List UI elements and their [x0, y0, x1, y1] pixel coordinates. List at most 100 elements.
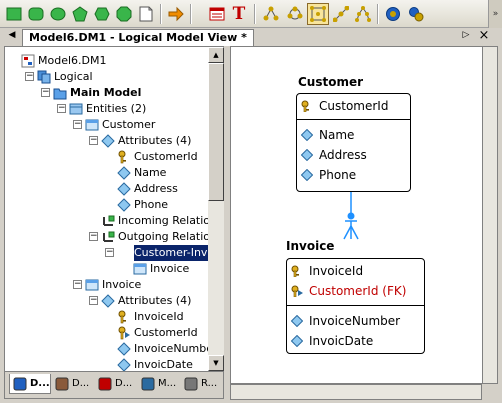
attribute-icon [117, 166, 131, 180]
tree-item[interactable]: − Main Model [5, 85, 208, 101]
bottom-tab[interactable]: M... [138, 374, 180, 394]
diagram-canvas[interactable]: Customer CustomerId Name Address Phone I… [230, 46, 498, 384]
tree-item[interactable]: InvoiceId [5, 309, 208, 325]
tree-item[interactable]: − Attributes (4) [5, 293, 208, 309]
tree-item-label: Model6.DM1 [38, 54, 107, 67]
tree-expander-icon[interactable]: − [89, 232, 98, 241]
tree-item[interactable]: − Customer-Invo [5, 245, 208, 261]
tree-item[interactable]: CustomerId [5, 149, 208, 165]
scroll-thumb[interactable] [208, 63, 224, 201]
bottom-tab-label: D... [72, 378, 90, 389]
attribute-icon [301, 149, 313, 161]
attribute-icon [291, 335, 303, 347]
rectangle-tool-icon[interactable] [3, 3, 25, 25]
data-model-tab-icon [13, 377, 27, 391]
arrow-tool-icon[interactable] [165, 3, 187, 25]
tree-item[interactable]: Address [5, 181, 208, 197]
tab-scroll-right-button[interactable]: ▷ [460, 30, 472, 40]
customer-invoice-relationship[interactable] [336, 192, 366, 242]
layout-incremental-icon[interactable] [405, 3, 427, 25]
pentagon-tool-icon[interactable] [69, 3, 91, 25]
attribute-icon [301, 129, 313, 141]
folder-icon [53, 86, 67, 100]
table-insert-icon[interactable] [206, 3, 228, 25]
tree-item[interactable]: − Entities (2) [5, 101, 208, 117]
foreign-key-icon [291, 285, 303, 297]
layout-orthogonal-icon[interactable] [307, 3, 329, 25]
hexagon-tool-icon[interactable] [91, 3, 113, 25]
tree-item[interactable]: InvoicDate [5, 357, 208, 371]
tree-expander-icon[interactable]: − [73, 280, 82, 289]
bottom-tab[interactable]: D... [95, 374, 137, 394]
tree-item-label: InvoicDate [134, 358, 193, 371]
model-icon [21, 54, 35, 68]
entity-icon [133, 262, 147, 276]
tree-item-label: Outgoing Relation [118, 230, 208, 243]
tab-close-button[interactable]: × [478, 28, 490, 43]
layout-hierarchical-icon[interactable] [260, 3, 282, 25]
note-tool-icon[interactable] [135, 3, 157, 25]
tab-logical-model-view[interactable]: Model6.DM1 - Logical Model View * [22, 29, 254, 46]
tree-expander-icon[interactable]: − [41, 88, 50, 97]
entity-attribute-label: Phone [319, 168, 357, 182]
rounded-rectangle-tool-icon[interactable] [25, 3, 47, 25]
diagram-horizontal-scrollbar[interactable] [230, 384, 482, 400]
tree-item[interactable]: − Attributes (4) [5, 133, 208, 149]
tree-item-label: Main Model [70, 86, 142, 99]
tree-expander-icon[interactable]: − [57, 104, 66, 113]
octagon-tool-icon[interactable] [113, 3, 135, 25]
tree-expander-icon[interactable]: − [105, 248, 114, 257]
diagram-vertical-scrollbar[interactable] [482, 46, 498, 384]
tree-item-label: Entities (2) [86, 102, 147, 115]
bottom-tab-label: D... [115, 378, 133, 389]
scroll-up-arrow-icon[interactable]: ▲ [208, 47, 224, 63]
tree-item[interactable]: − Customer [5, 117, 208, 133]
data-lineage-tab-icon [98, 377, 112, 391]
bottom-tab[interactable]: R... [181, 374, 223, 394]
tree-item-label: Name [134, 166, 167, 179]
tree-item[interactable]: Model6.DM1 [5, 53, 208, 69]
tree-item[interactable]: Invoice [5, 261, 208, 277]
toolbar-overflow-button[interactable]: » [488, 0, 502, 28]
tree-vertical-scrollbar[interactable]: ▲ ▼ [208, 47, 224, 371]
tree-item[interactable]: − Logical [5, 69, 208, 85]
ellipse-tool-icon[interactable] [47, 3, 69, 25]
tree-expander-icon[interactable]: − [73, 120, 82, 129]
layout-circular-icon[interactable] [284, 3, 306, 25]
invoice-entity[interactable]: InvoiceId CustomerId (FK) InvoiceNumber … [286, 258, 425, 354]
tree-expander-icon[interactable]: − [89, 136, 98, 145]
tree-item-label: Invoice [102, 278, 142, 291]
bottom-tab-label: D... [30, 378, 50, 389]
tree-expander-icon[interactable]: − [89, 296, 98, 305]
tree-item[interactable]: Name [5, 165, 208, 181]
bottom-tab[interactable]: D... [9, 374, 51, 394]
tree-item-label: Logical [54, 70, 93, 83]
tree-item-label: InvoiceId [134, 310, 184, 323]
tree-item[interactable]: Incoming Relation [5, 213, 208, 229]
tree-item[interactable]: InvoiceNumbe [5, 341, 208, 357]
tree-item-label: CustomerId [134, 150, 198, 163]
tree-item[interactable]: CustomerId [5, 325, 208, 341]
tree-item[interactable]: − Invoice [5, 277, 208, 293]
tree-item[interactable]: − Outgoing Relation [5, 229, 208, 245]
layout-global-icon[interactable] [382, 3, 404, 25]
relationship-folder-icon [101, 214, 115, 228]
scroll-down-arrow-icon[interactable]: ▼ [208, 355, 224, 371]
bottom-tab[interactable]: D... [52, 374, 94, 394]
relationship-folder-icon [101, 230, 115, 244]
tree-item-label: Customer-Invo [134, 245, 208, 261]
bottom-tab-label: M... [158, 378, 177, 389]
attribute-icon [117, 182, 131, 196]
tree-item-label: Address [134, 182, 178, 195]
layout-tree-icon[interactable] [352, 3, 374, 25]
foreign-key-icon [117, 326, 131, 340]
text-tool-glyph: T [232, 4, 246, 24]
layout-symmetric-icon[interactable] [330, 3, 352, 25]
entity-attribute-label: InvoiceNumber [309, 314, 401, 328]
entity-attribute-label: InvoicDate [309, 334, 374, 348]
tree-item[interactable]: Phone [5, 197, 208, 213]
tree-expander-icon[interactable]: − [25, 72, 34, 81]
text-tool-icon[interactable]: T [228, 3, 250, 25]
customer-entity[interactable]: CustomerId Name Address Phone [296, 93, 411, 192]
tab-scroll-left-button[interactable]: ◀ [6, 30, 18, 40]
